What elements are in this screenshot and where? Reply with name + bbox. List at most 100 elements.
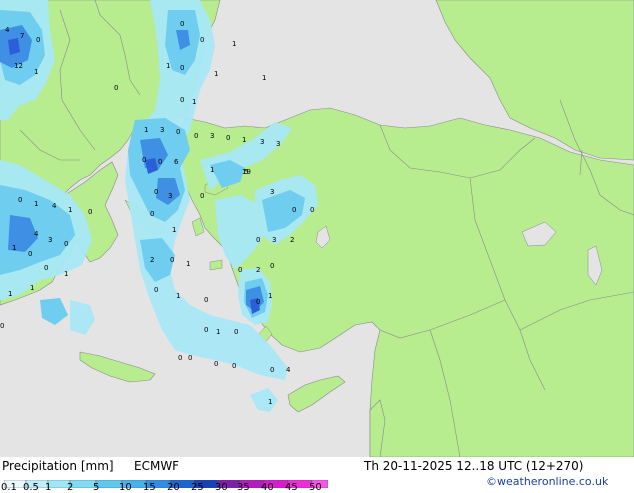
precip-value-label: 0 — [36, 36, 40, 44]
precip-value-label: 1 — [144, 126, 148, 134]
precip-value-label: 5 — [244, 168, 248, 176]
precip-value-label: 1 — [186, 260, 190, 268]
precip-value-label: 2 — [150, 256, 154, 264]
precip-value-label: 1 — [172, 226, 176, 234]
precip-value-label: 1 — [192, 98, 196, 106]
precip-value-label: 0 — [256, 298, 260, 306]
color-scale-bar — [3, 479, 329, 489]
scale-tick-label: 5 — [93, 482, 100, 493]
precip-value-label: 1 — [12, 244, 16, 252]
precipitation-map: 4 7 0 12 1 0 0 1 1 0 1 1 0 0 1 1 3 0 0 3 0 1 3 3 0 0 6 1 19 0 3 0 3 0 1 4 1 0… — [0, 0, 634, 457]
scale-tick-label: 25 — [191, 482, 204, 493]
scale-tick-label: 35 — [237, 482, 250, 493]
precip-value-label: 0 — [176, 128, 180, 136]
precip-value-label: 0 — [180, 64, 184, 72]
precip-value-label: 0 — [142, 156, 146, 164]
precip-value-label: 1 — [68, 206, 72, 214]
precip-value-label: 0 — [232, 362, 236, 370]
precip-value-label: 0 — [200, 192, 204, 200]
land-samos — [209, 259, 223, 271]
precip-value-label: 6 — [174, 158, 179, 166]
precip-value-label: 0 — [88, 208, 92, 216]
precip-value-label: 3 — [48, 236, 52, 244]
precip-value-label: 1 — [262, 74, 266, 82]
precip-value-label: 0 — [154, 188, 158, 196]
precip-value-label: 0 — [200, 36, 204, 44]
precip-value-label: 1 — [232, 40, 236, 48]
precip-value-label: 0 — [0, 322, 4, 330]
scale-tick-label: 30 — [215, 482, 228, 493]
scale-tick-label: 0.5 — [23, 482, 39, 493]
scale-tick-label: 15 — [143, 482, 156, 493]
precip-value-label: 1 — [242, 136, 246, 144]
precip-value-label: 0 — [270, 366, 274, 374]
precip-value-label: 0 — [256, 236, 260, 244]
precip-value-label: 0 — [234, 328, 238, 336]
precip-value-label: 0 — [180, 20, 184, 28]
precip-value-label: 0 — [194, 132, 198, 140]
precip-value-label: 1 — [176, 292, 180, 300]
color-scale — [3, 473, 329, 489]
precip-value-label: 0 — [204, 296, 208, 304]
precip-value-label: 0 — [154, 286, 158, 294]
precip-value-label: 0 — [44, 264, 48, 272]
precip-value-label: 1 — [216, 328, 220, 336]
precip-value-label: 1 — [268, 398, 272, 406]
precip-value-label: 0 — [238, 266, 242, 274]
precip-value-label: 1 — [268, 292, 272, 300]
scale-tick-label: 0.1 — [1, 482, 17, 493]
precip-value-label: 0 — [310, 206, 314, 214]
precip-value-label: 0 — [226, 134, 230, 142]
scale-tick-label: 2 — [67, 482, 74, 493]
precip-value-label: 2 — [290, 236, 294, 244]
credit-link[interactable]: ©weatheronline.co.uk — [486, 475, 608, 489]
precip-value-label: 1 — [214, 70, 218, 78]
scale-tick-label: 1 — [45, 482, 52, 493]
precip-value-label: 0 — [64, 240, 68, 248]
precip-value-label: 2 — [256, 266, 260, 274]
precip-value-label: 0 — [150, 210, 154, 218]
valid-time: Th 20-11-2025 12..18 UTC (12+270) — [364, 459, 584, 473]
precip-value-label: 0 — [178, 354, 182, 362]
precip-value-label: 4 — [34, 230, 39, 238]
precip-value-label: 0 — [18, 196, 22, 204]
precip-value-label: 0 — [180, 96, 184, 104]
precip-value-label: 0 — [204, 326, 208, 334]
precip-value-label: 4 — [52, 202, 57, 210]
precip-value-label: 1 — [34, 200, 38, 208]
precip-value-label: 1 — [8, 290, 12, 298]
precip-value-label: 0 — [170, 256, 174, 264]
precip-value-label: 0 — [188, 354, 192, 362]
precip-value-label: 1 — [30, 284, 34, 292]
precip-value-label: 3 — [168, 192, 172, 200]
precip-value-label: 12 — [14, 62, 23, 70]
precip-value-label: 1 — [34, 68, 38, 76]
precip-value-label: 3 — [160, 126, 164, 134]
precip-value-label: 3 — [260, 138, 264, 146]
precip-value-label: 0 — [270, 262, 274, 270]
precip-value-label: 4 — [286, 366, 291, 374]
precip-value-label: 3 — [272, 236, 276, 244]
scale-tick-label: 40 — [261, 482, 274, 493]
precip-value-label: 0 — [158, 158, 162, 166]
precip-value-label: 1 — [166, 62, 170, 70]
precip-value-label: 1 — [64, 270, 68, 278]
precip-value-label: 0 — [214, 360, 218, 368]
precip-value-label: 1 — [210, 166, 214, 174]
map-footer: Precipitation [mm] ECMWF Th 20-11-2025 1… — [0, 457, 634, 493]
precip-value-label: 4 — [5, 26, 10, 34]
precip-value-label: 0 — [114, 84, 118, 92]
precip-value-label: 0 — [28, 250, 32, 258]
precip-value-label: 3 — [270, 188, 274, 196]
precip-value-label: 3 — [276, 140, 280, 148]
scale-tick-label: 45 — [285, 482, 298, 493]
scale-tick-label: 50 — [309, 482, 322, 493]
product-title: Precipitation [mm] — [2, 459, 114, 473]
precip-value-label: 0 — [292, 206, 296, 214]
scale-tick-label: 10 — [119, 482, 132, 493]
scale-tick-label: 20 — [167, 482, 180, 493]
precip-value-label: 3 — [210, 132, 214, 140]
precip-value-label: 7 — [20, 32, 24, 40]
map-svg: 47 012100 11 01 100 11 3 0 0 3 0 1 3 30 0 61 190 3 0 30 1 4 1 0… — [0, 0, 634, 457]
model-name: ECMWF — [134, 459, 180, 473]
